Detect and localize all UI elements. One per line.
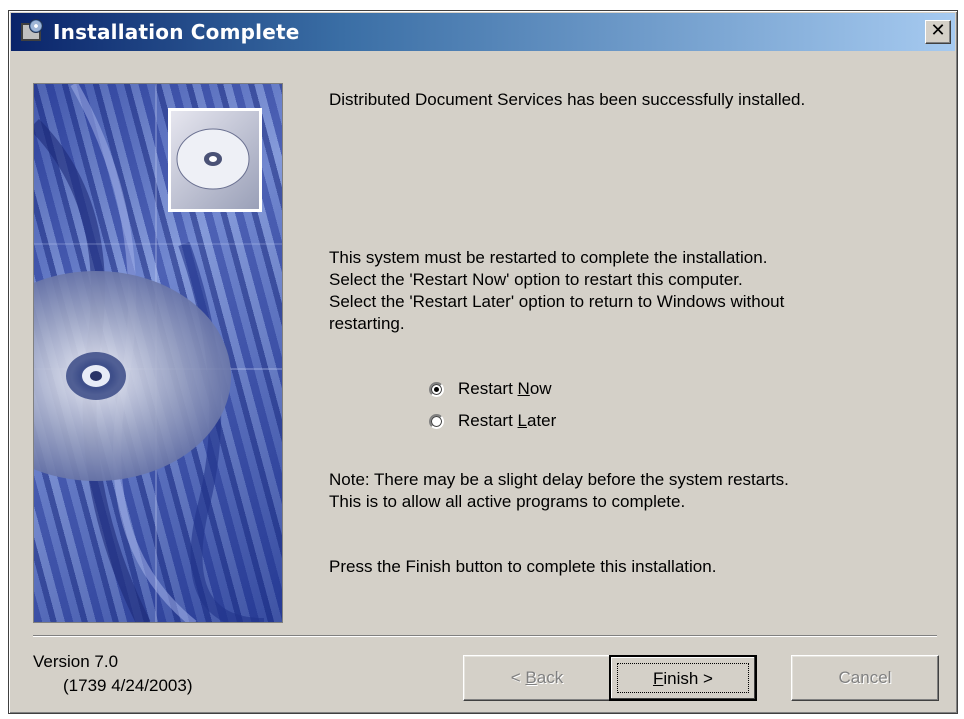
footer-divider <box>33 635 937 637</box>
restart-later-radio[interactable] <box>429 413 444 429</box>
installer-dialog: Installation Complete ✕ Distributed Docu… <box>8 10 958 714</box>
restart-now-radio[interactable] <box>429 381 444 397</box>
note-line: This is to allow all active programs to … <box>329 492 686 511</box>
restart-later-label[interactable]: Restart Later <box>458 411 556 431</box>
window-title: Installation Complete <box>53 20 300 44</box>
restart-line: restarting. <box>329 314 405 333</box>
restart-note: Note: There may be a slight delay before… <box>329 469 929 513</box>
installer-app-icon <box>19 19 45 45</box>
title-bar[interactable]: Installation Complete ✕ <box>11 13 955 51</box>
back-button[interactable]: < Back <box>463 655 611 701</box>
restart-line: Select the 'Restart Now' option to resta… <box>329 270 743 289</box>
cancel-button[interactable]: Cancel <box>791 655 939 701</box>
cd-thumbnail-image <box>168 108 262 212</box>
close-icon[interactable]: ✕ <box>925 20 951 44</box>
finish-instruction: Press the Finish button to complete this… <box>329 557 717 576</box>
restart-option-group: Restart Now Restart Later <box>429 373 556 437</box>
success-message: Distributed Document Services has been s… <box>329 90 806 109</box>
build-label: (1739 4/24/2003) <box>63 676 193 695</box>
restart-now-label[interactable]: Restart Now <box>458 379 552 399</box>
note-line: Note: There may be a slight delay before… <box>329 470 789 489</box>
finish-button[interactable]: Finish > <box>609 655 757 701</box>
restart-line: Select the 'Restart Later' option to ret… <box>329 292 785 311</box>
restart-line: This system must be restarted to complet… <box>329 248 768 267</box>
version-info: Version 7.0 (1739 4/24/2003) <box>33 651 193 697</box>
restart-later-option[interactable]: Restart Later <box>429 405 556 437</box>
version-label: Version 7.0 <box>33 652 119 671</box>
installer-side-image <box>33 83 283 623</box>
restart-now-option[interactable]: Restart Now <box>429 373 556 405</box>
restart-instructions: This system must be restarted to complet… <box>329 247 929 335</box>
